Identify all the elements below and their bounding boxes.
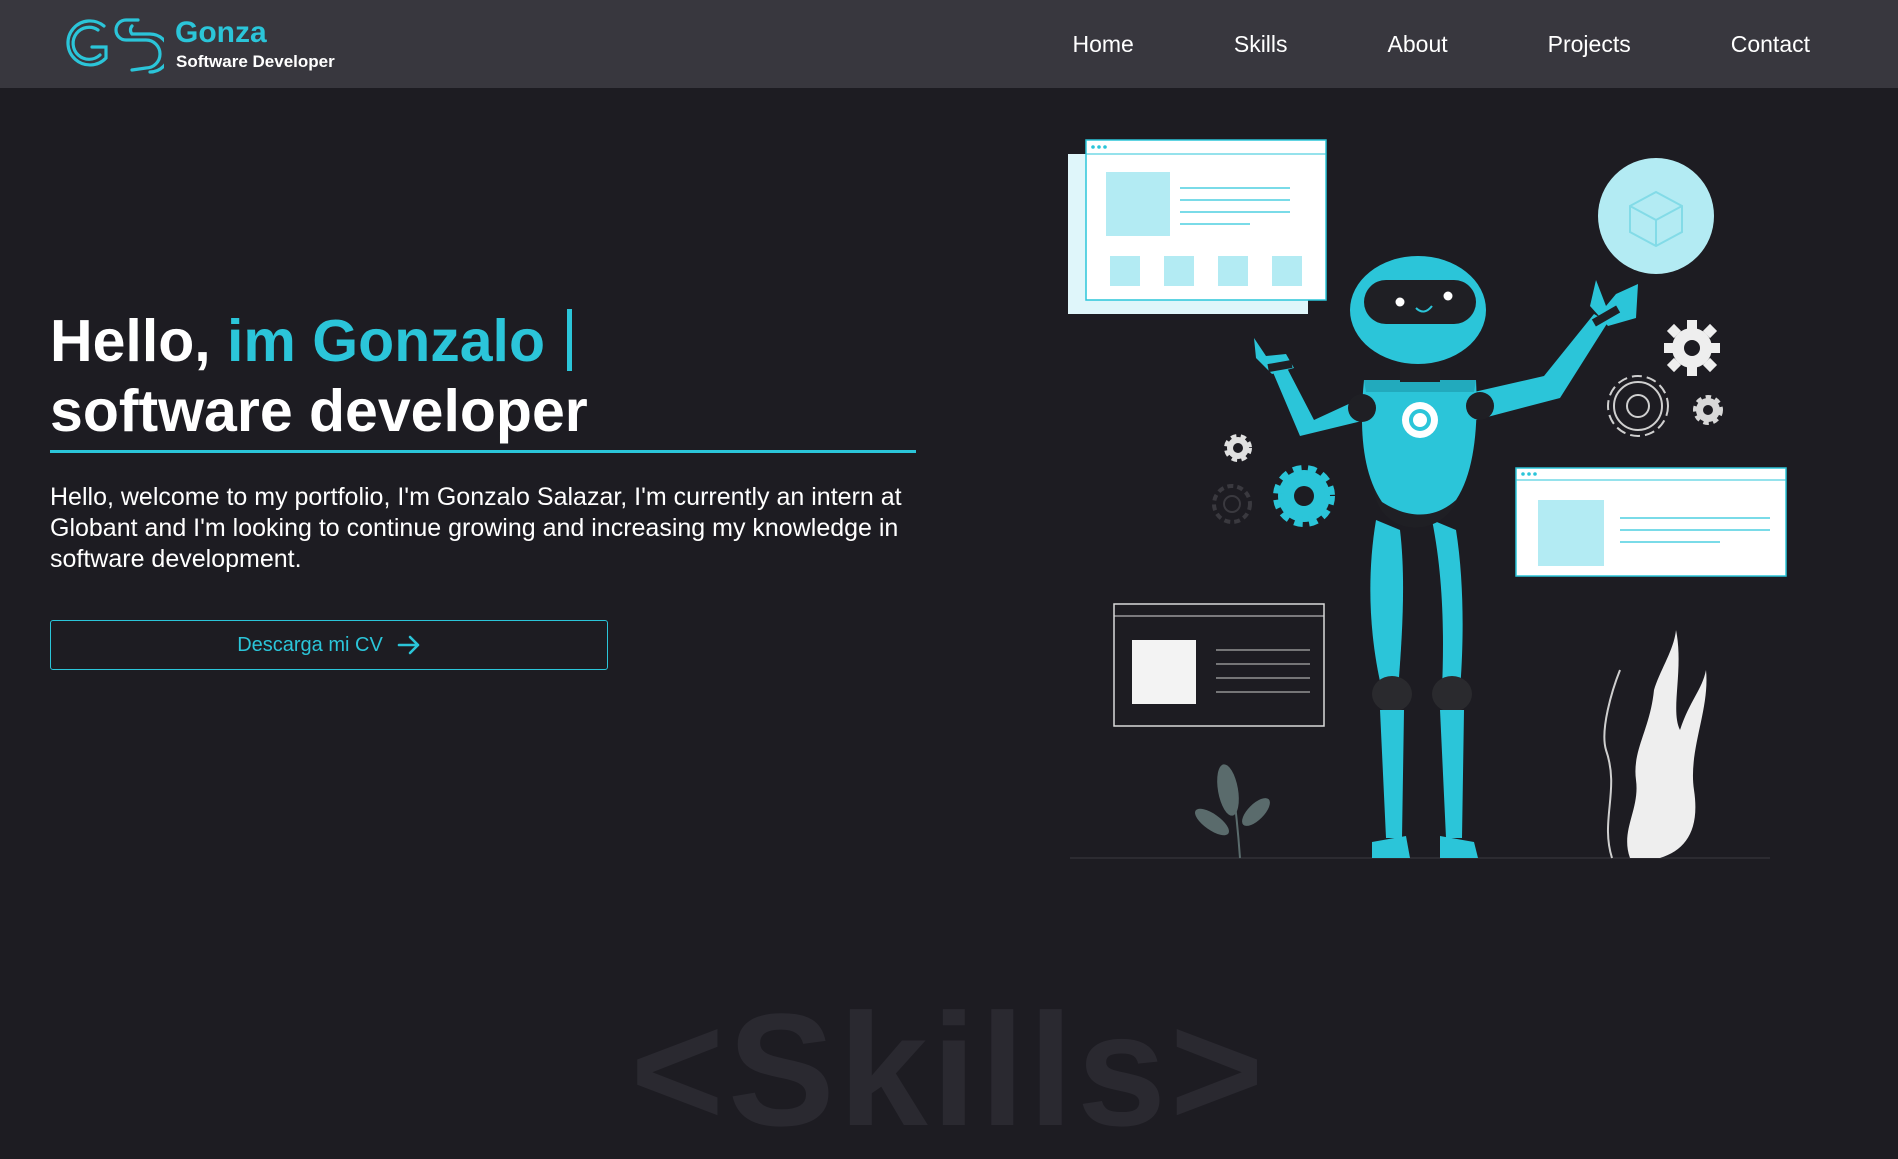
gear-icon-large-right — [1664, 320, 1720, 376]
robot-illustration — [1068, 139, 1787, 859]
navbar: Gonza Software Developer Home Skills Abo… — [0, 0, 1898, 88]
typing-caret — [567, 309, 572, 371]
gear-icon-small-left — [1224, 434, 1252, 462]
hero-greeting: Hello, — [50, 308, 228, 374]
hero-underline — [50, 450, 916, 453]
gear-icon-cyan — [1273, 465, 1335, 527]
brand-subtitle: Software Developer — [176, 52, 335, 71]
brand-name: Gonza — [175, 16, 267, 49]
plant-icon-right — [1603, 630, 1707, 859]
ui-card-bottom-left-icon — [1113, 603, 1325, 727]
hero-description: Hello, welcome to my portfolio, I'm Gonz… — [50, 483, 902, 573]
gear-outline-icon — [1607, 375, 1669, 437]
plant-icon-left — [1194, 764, 1270, 859]
download-cv-button[interactable]: Descarga mi CV — [50, 620, 608, 670]
hero-name-highlight: im Gonzalo — [227, 308, 545, 374]
nav-contact[interactable]: Contact — [1731, 31, 1810, 58]
ui-card-top-left-icon — [1068, 139, 1327, 314]
gear-icon-dark-left — [1212, 484, 1252, 524]
arrow-right-icon — [397, 635, 420, 655]
gs-logo-icon — [66, 18, 164, 74]
skills-section-watermark: <Skills> — [630, 980, 1268, 1159]
cube-bubble-icon — [1598, 158, 1714, 274]
nav-home[interactable]: Home — [1073, 31, 1134, 58]
hero-title: Hello, im Gonzalo software developer — [50, 306, 588, 446]
nav-about[interactable]: About — [1388, 31, 1448, 58]
nav-skills[interactable]: Skills — [1234, 31, 1288, 58]
gear-icon-small-right — [1693, 395, 1723, 425]
hero-role: software developer — [50, 378, 588, 444]
nav-projects[interactable]: Projects — [1548, 31, 1631, 58]
download-cv-label: Descarga mi CV — [237, 633, 383, 656]
ui-card-right-icon — [1515, 467, 1787, 577]
main-nav: Home Skills About Projects Contact — [1073, 0, 1811, 88]
